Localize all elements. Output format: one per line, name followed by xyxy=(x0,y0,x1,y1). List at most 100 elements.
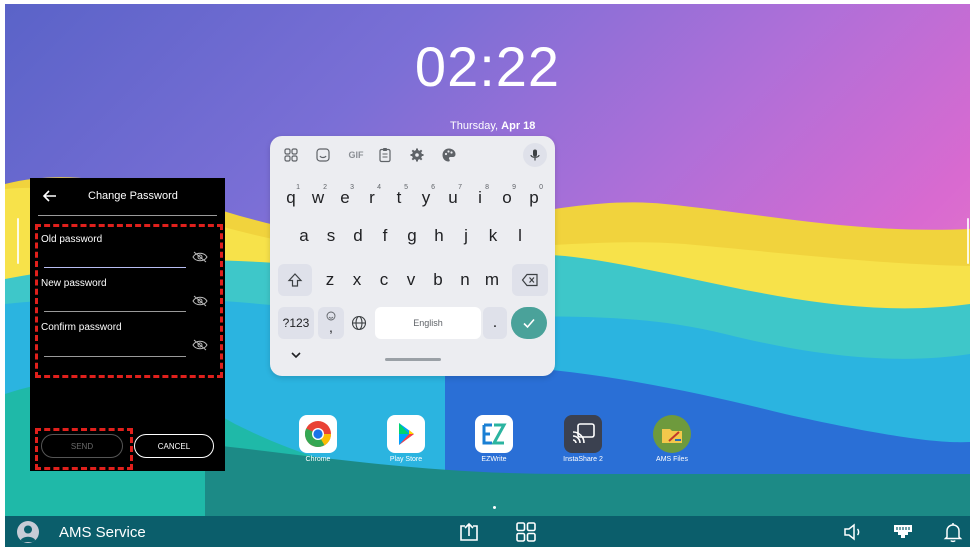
key-k[interactable]: k xyxy=(480,220,506,252)
date-weekday: Thursday, xyxy=(450,120,499,132)
app-ezwrite[interactable]: EZWrite xyxy=(464,415,524,463)
header-divider xyxy=(38,215,217,216)
new-password-field[interactable] xyxy=(44,311,186,312)
app-label: InstaShare 2 xyxy=(563,456,603,463)
clipboard-icon[interactable] xyxy=(376,146,394,164)
emoji-icon xyxy=(326,311,336,321)
app-ams-files[interactable]: AMS Files xyxy=(642,415,702,463)
key-g[interactable]: g xyxy=(399,220,425,252)
dialog-title: Change Password xyxy=(88,190,178,202)
app-play-store[interactable]: Play Store xyxy=(376,415,436,463)
old-password-label: Old password xyxy=(41,234,103,245)
app-instashare[interactable]: InstaShare 2 xyxy=(553,415,613,463)
app-drawer-icon[interactable] xyxy=(514,520,538,544)
settings-icon[interactable] xyxy=(408,146,426,164)
checkmark-icon xyxy=(523,318,535,329)
key-label: w xyxy=(311,188,325,207)
avatar-icon[interactable] xyxy=(17,521,39,543)
key-label: i xyxy=(478,188,482,207)
microphone-icon xyxy=(530,149,540,161)
language-key[interactable] xyxy=(346,307,372,339)
key-q[interactable]: q1 xyxy=(278,182,304,214)
key-label: p xyxy=(529,188,539,207)
key-y[interactable]: y6 xyxy=(413,182,439,214)
date-label: Thursday, Apr 18 xyxy=(450,120,535,132)
app-label: EZWrite xyxy=(481,456,507,463)
key-j[interactable]: j xyxy=(453,220,479,252)
eye-off-icon[interactable] xyxy=(192,295,208,307)
shift-key[interactable] xyxy=(278,264,312,296)
key-hint: 2 xyxy=(323,184,327,191)
key-p[interactable]: p0 xyxy=(521,182,547,214)
instashare-icon xyxy=(564,415,602,453)
key-d[interactable]: d xyxy=(345,220,371,252)
notification-bell-icon[interactable] xyxy=(941,520,965,544)
network-icon[interactable] xyxy=(891,520,915,544)
play-store-icon xyxy=(387,415,425,453)
left-edge-handle[interactable] xyxy=(17,218,19,264)
backspace-key[interactable] xyxy=(512,264,548,296)
key-l[interactable]: l xyxy=(507,220,533,252)
user-name[interactable]: AMS Service xyxy=(59,524,146,541)
old-password-field[interactable] xyxy=(44,267,186,268)
eye-off-icon[interactable] xyxy=(192,251,208,263)
apps-grid-icon[interactable] xyxy=(282,146,300,164)
key-s[interactable]: s xyxy=(318,220,344,252)
period-key[interactable]: . xyxy=(483,307,507,339)
key-label: q xyxy=(286,188,296,207)
key-n[interactable]: n xyxy=(452,264,478,296)
confirm-password-label: Confirm password xyxy=(41,322,122,333)
on-screen-keyboard: GIF q1 w2 e3 r4 t5 y6 u7 i8 o9 p 0 a s d… xyxy=(270,136,555,376)
android-home-screen: 02:22 Thursday, Apr 18 Change Password O… xyxy=(5,4,970,547)
volume-icon[interactable] xyxy=(841,520,865,544)
share-screen-icon[interactable] xyxy=(457,520,481,544)
symbols-key[interactable]: ?123 xyxy=(278,307,314,339)
key-hint: 9 xyxy=(512,184,516,191)
key-e[interactable]: e3 xyxy=(332,182,358,214)
eye-off-icon[interactable] xyxy=(192,339,208,351)
key-hint: 4 xyxy=(377,184,381,191)
key-v[interactable]: v xyxy=(398,264,424,296)
backspace-icon xyxy=(521,273,538,287)
key-c[interactable]: c xyxy=(371,264,397,296)
key-label: u xyxy=(448,188,458,207)
key-i[interactable]: i8 xyxy=(467,182,493,214)
app-chrome[interactable]: Chrome xyxy=(288,415,348,463)
theme-palette-icon[interactable] xyxy=(440,146,458,164)
cancel-button[interactable]: CANCEL xyxy=(134,434,214,458)
key-hint: 5 xyxy=(404,184,408,191)
right-edge-handle[interactable] xyxy=(967,218,969,264)
key-o[interactable]: o9 xyxy=(494,182,520,214)
gif-icon[interactable]: GIF xyxy=(344,146,368,164)
key-hint: 3 xyxy=(350,184,354,191)
key-h[interactable]: h xyxy=(426,220,452,252)
enter-key[interactable] xyxy=(511,307,547,339)
key-u[interactable]: u7 xyxy=(440,182,466,214)
key-a[interactable]: a xyxy=(291,220,317,252)
back-arrow-icon[interactable] xyxy=(40,186,60,206)
keyboard-drag-handle[interactable] xyxy=(385,358,441,361)
key-hint: 7 xyxy=(458,184,462,191)
key-hint: 6 xyxy=(431,184,435,191)
globe-icon xyxy=(351,315,367,331)
confirm-password-field[interactable] xyxy=(44,356,186,357)
key-x[interactable]: x xyxy=(344,264,370,296)
space-key[interactable]: English xyxy=(375,307,481,339)
chevron-down-icon[interactable] xyxy=(289,350,303,360)
sticker-icon[interactable] xyxy=(314,146,332,164)
key-m[interactable]: m xyxy=(479,264,505,296)
key-hint: 0 xyxy=(539,184,543,191)
key-label: t xyxy=(396,188,402,207)
emoji-comma-key[interactable]: , xyxy=(318,307,344,339)
microphone-button[interactable] xyxy=(523,143,547,167)
taskbar: AMS Service xyxy=(5,516,970,547)
key-hint: 8 xyxy=(485,184,489,191)
key-t[interactable]: t5 xyxy=(386,182,412,214)
key-f[interactable]: f xyxy=(372,220,398,252)
send-button[interactable]: SEND xyxy=(41,434,123,458)
key-r[interactable]: r4 xyxy=(359,182,385,214)
key-b[interactable]: b xyxy=(425,264,451,296)
new-password-label: New password xyxy=(41,278,107,289)
key-z[interactable]: z xyxy=(317,264,343,296)
key-w[interactable]: w2 xyxy=(305,182,331,214)
